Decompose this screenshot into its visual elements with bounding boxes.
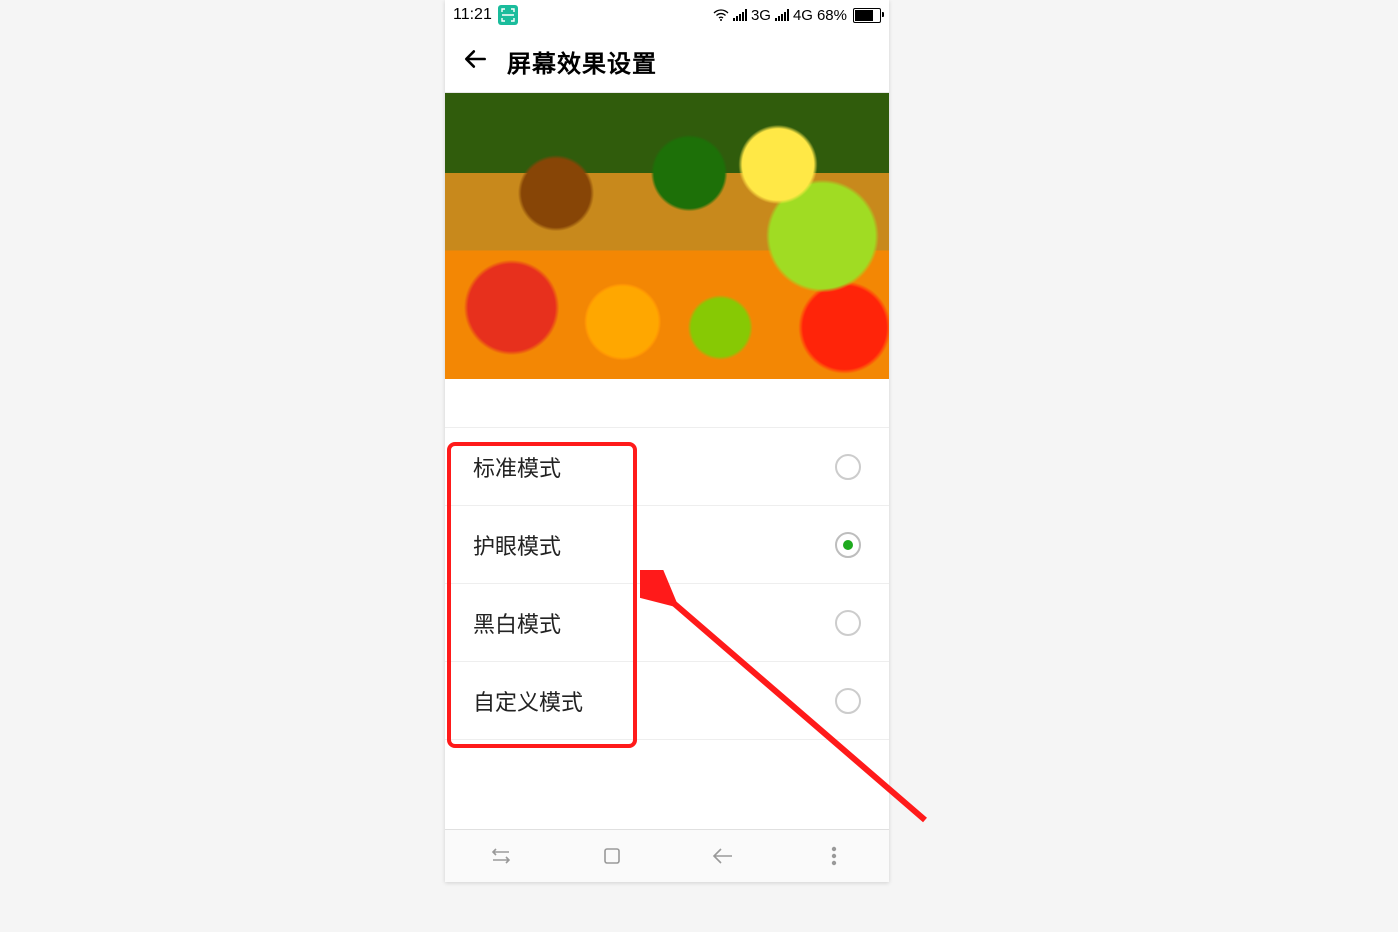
- status-right: 3G 4G 68%: [713, 7, 881, 24]
- radio-icon[interactable]: [835, 532, 861, 558]
- mode-label: 护眼模式: [473, 529, 561, 561]
- mode-label: 标准模式: [473, 451, 561, 483]
- mode-row-custom[interactable]: 自定义模式: [445, 662, 889, 740]
- radio-icon[interactable]: [835, 610, 861, 636]
- signal-3g-label: 3G: [751, 7, 771, 24]
- nav-menu-button[interactable]: [819, 841, 849, 871]
- phone-frame: 11:21 3G 4G 68% 屏幕效果设置: [445, 0, 889, 882]
- signal-4g-label: 4G: [793, 7, 813, 24]
- radio-icon[interactable]: [835, 688, 861, 714]
- mode-row-eyecare[interactable]: 护眼模式: [445, 506, 889, 584]
- battery-pct: 68%: [817, 7, 847, 24]
- mode-list: 标准模式 护眼模式 黑白模式 自定义模式: [445, 427, 889, 740]
- back-button[interactable]: [463, 46, 489, 77]
- wifi-icon: [713, 9, 729, 21]
- system-nav-bar: [445, 829, 889, 882]
- nav-recent-button[interactable]: [486, 841, 516, 871]
- mode-label: 黑白模式: [473, 607, 561, 639]
- battery-icon: [853, 8, 881, 23]
- app-header: 屏幕效果设置: [445, 30, 889, 93]
- signal-4g-bars: [775, 9, 789, 21]
- page-title: 屏幕效果设置: [507, 44, 657, 79]
- scan-icon: [498, 5, 518, 25]
- radio-icon[interactable]: [835, 454, 861, 480]
- preview-image: [445, 93, 889, 379]
- nav-home-button[interactable]: [597, 841, 627, 871]
- mode-label: 自定义模式: [473, 685, 583, 717]
- signal-3g-bars: [733, 9, 747, 21]
- mode-row-bw[interactable]: 黑白模式: [445, 584, 889, 662]
- nav-back-button[interactable]: [708, 841, 738, 871]
- status-time: 11:21: [453, 6, 492, 24]
- mode-row-standard[interactable]: 标准模式: [445, 428, 889, 506]
- status-bar: 11:21 3G 4G 68%: [445, 0, 889, 30]
